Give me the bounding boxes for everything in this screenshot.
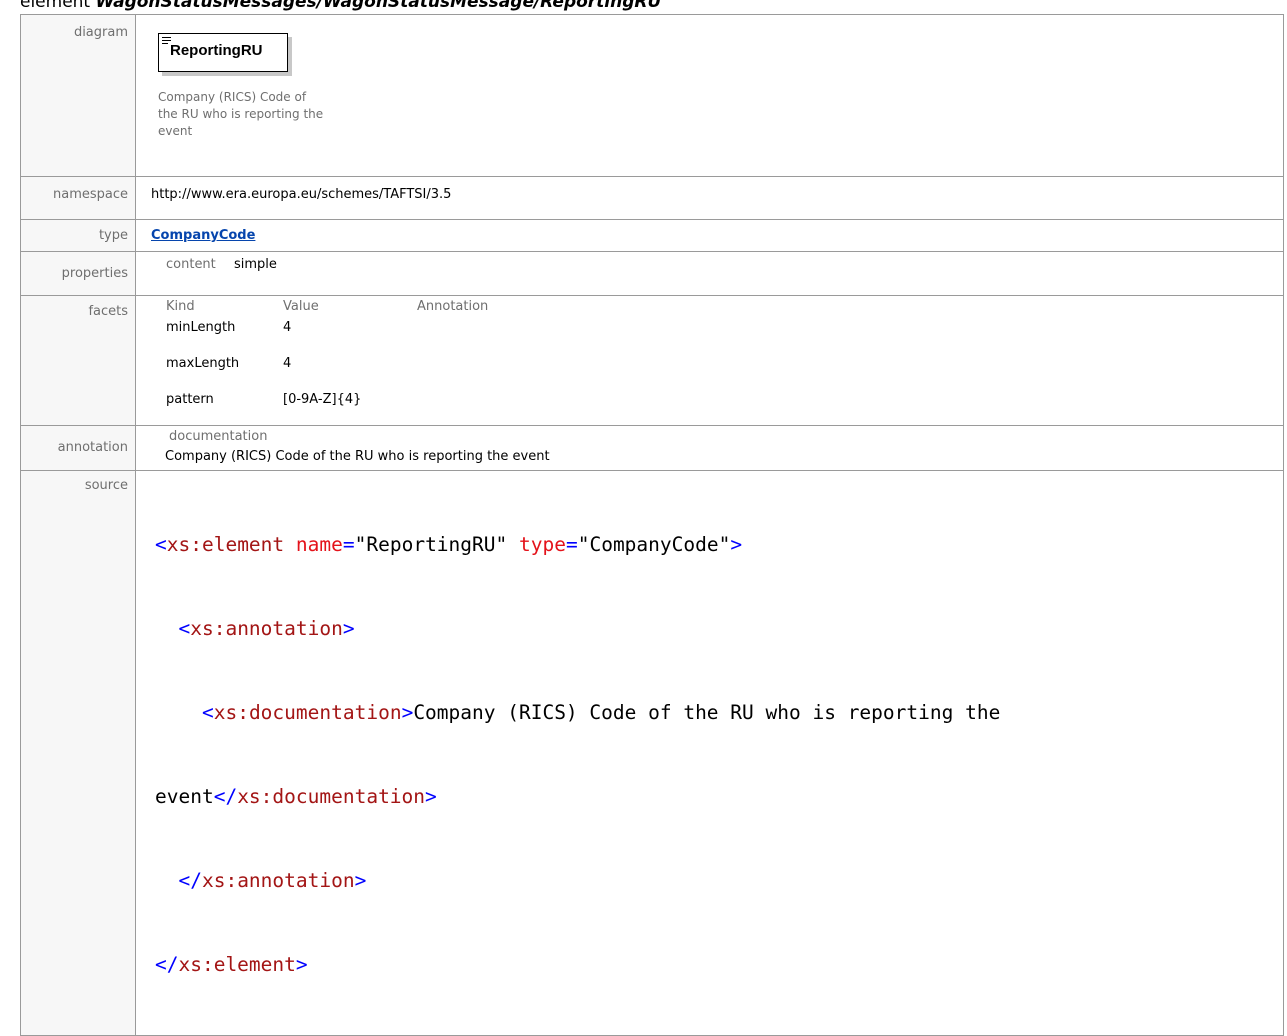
row-type: type CompanyCode [20,219,1284,252]
diagram-element-name: ReportingRU [170,42,263,59]
page-heading: element WagonStatusMessages/WagonStatusM… [20,0,661,13]
diagram-element-box[interactable]: ReportingRU [158,33,288,72]
heading-keyword: element [20,0,91,12]
facet-row: minLength 4 [154,317,1283,353]
source-code: <xs:element name="ReportingRU" type="Com… [136,471,1283,1035]
property-key: content [166,257,216,272]
facet-kind: pattern [166,392,214,407]
facets-col-annotation: Annotation [417,299,489,314]
facets-col-value: Value [283,299,319,314]
properties-grid: content simple [136,252,1283,272]
row-namespace: namespace http://www.era.europa.eu/schem… [20,176,1284,220]
facets-header: Kind Value Annotation [154,299,1283,317]
heading-path: WagonStatusMessages/WagonStatusMessage/R… [95,0,662,12]
label-diagram: diagram [20,14,136,177]
source-line: event</xs:documentation> [155,785,437,808]
label-annotation: annotation [20,425,136,471]
label-source: source [20,470,136,1036]
element-doc-table: diagram ReportingRU Company (RICS) Code … [20,14,1284,1036]
source-line: <xs:annotation> [178,617,355,640]
row-properties: properties content simple [20,251,1284,296]
row-annotation: annotation documentation Company (RICS) … [20,425,1284,471]
annotation-value: Company (RICS) Code of the RU who is rep… [165,449,550,464]
type-link[interactable]: CompanyCode [151,228,255,243]
row-diagram: diagram ReportingRU Company (RICS) Code … [20,14,1284,177]
source-line: <xs:element name="ReportingRU" type="Com… [155,533,743,556]
diagram-doc-line: Company (RICS) Code of [158,90,307,104]
row-source: source <xs:element name="ReportingRU" ty… [20,470,1284,1036]
row-facets: facets Kind Value Annotation minLength 4… [20,295,1284,426]
source-line: </xs:annotation> [178,869,367,892]
property-value: simple [234,257,277,272]
facet-value: 4 [283,320,292,335]
annotation-block: documentation Company (RICS) Code of the… [136,426,1283,464]
facet-value: 4 [283,356,292,371]
facet-kind: minLength [166,320,236,335]
namespace-value: http://www.era.europa.eu/schemes/TAFTSI/… [151,187,452,202]
label-namespace: namespace [20,176,136,220]
diagram-doc-line: the RU who is reporting the [158,107,324,121]
facet-row: maxLength 4 [154,353,1283,389]
facet-kind: maxLength [166,356,240,371]
diagram-documentation: Company (RICS) Code of the RU who is rep… [158,89,348,140]
facets-table: Kind Value Annotation minLength 4 maxLen… [136,296,1283,425]
facet-value: [0-9A-Z]{4} [283,392,362,407]
label-type: type [20,219,136,252]
facet-row: pattern [0-9A-Z]{4} [154,389,1283,425]
element-diagram: ReportingRU Company (RICS) Code of the R… [136,15,1283,175]
annotation-key: documentation [169,429,268,444]
label-properties: properties [20,251,136,296]
diagram-doc-line: event [158,124,193,138]
label-facets: facets [20,295,136,426]
facets-col-kind: Kind [166,299,195,314]
source-line: <xs:documentation>Company (RICS) Code of… [201,701,1001,724]
diagram-cell: ReportingRU Company (RICS) Code of the R… [135,14,1284,177]
source-line: </xs:element> [155,953,308,976]
